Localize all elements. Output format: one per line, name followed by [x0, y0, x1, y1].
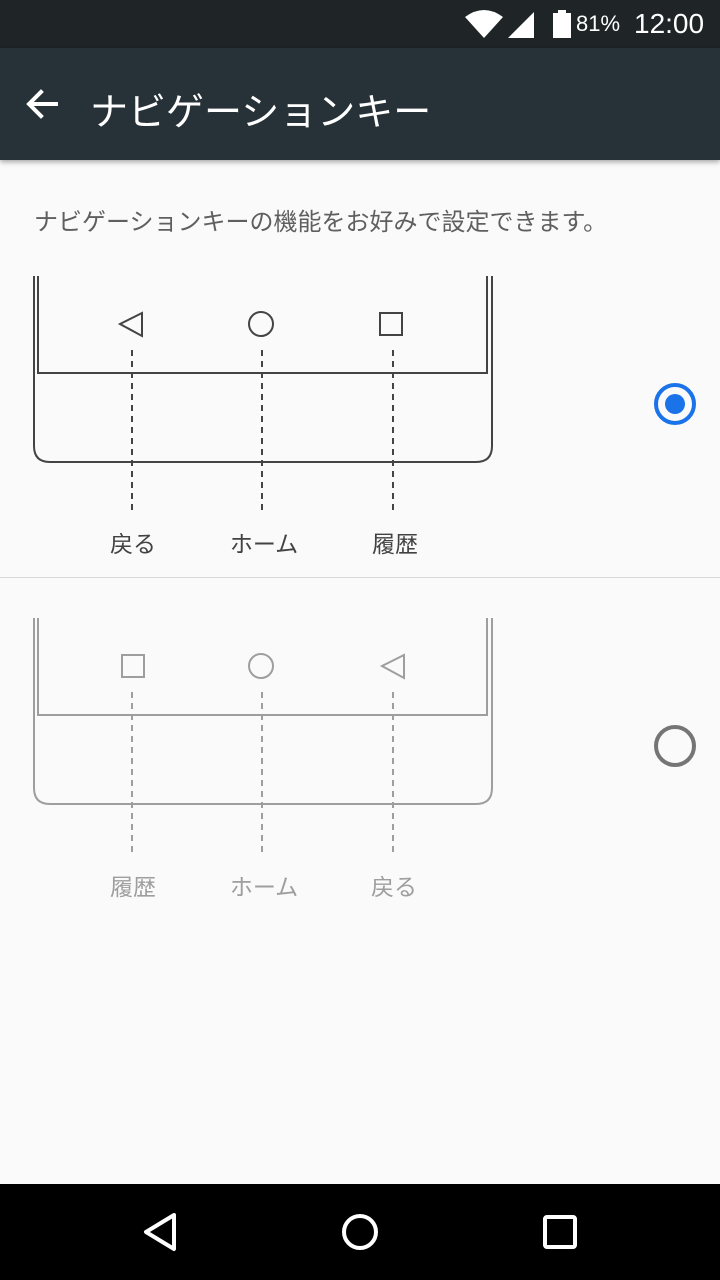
home-circle-icon [248, 653, 274, 679]
radio-button-selected[interactable] [654, 383, 696, 425]
key-label-home: ホーム [229, 875, 299, 901]
radio-dot [665, 394, 685, 414]
nav-home-button[interactable] [330, 1202, 390, 1262]
signal-icon [508, 12, 534, 38]
home-circle-icon [248, 311, 274, 337]
key-label-recents: 履歴 [372, 532, 418, 558]
key-label-back: 戻る [110, 532, 156, 558]
radio-button-unselected[interactable] [654, 725, 696, 767]
battery-icon [553, 10, 571, 38]
key-label-recents: 履歴 [110, 875, 156, 901]
arrow-back-icon [26, 89, 58, 119]
phone-diagram [33, 276, 493, 512]
status-bar: 81% 12:00 [0, 0, 720, 48]
back-triangle-icon [379, 653, 405, 680]
key-label-home: ホーム [229, 532, 299, 558]
page-title: ナビゲーションキー [90, 90, 432, 134]
divider [0, 577, 720, 578]
nav-recents-icon [543, 1215, 577, 1249]
back-button[interactable] [12, 74, 72, 134]
nav-home-icon [342, 1214, 378, 1250]
nav-recents-button[interactable] [530, 1202, 590, 1262]
description-text: ナビゲーションキーの機能をお好みで設定できます。 [34, 208, 608, 236]
wifi-icon [465, 10, 503, 38]
nav-back-button[interactable] [130, 1202, 190, 1262]
back-triangle-icon [117, 311, 143, 338]
system-nav-bar [0, 1184, 720, 1280]
recents-square-icon [121, 654, 145, 678]
battery-percentage: 81% [576, 11, 621, 36]
nav-layout-option-1[interactable]: 戻る ホーム 履歴 [0, 240, 720, 580]
app-bar: ナビゲーションキー [0, 48, 720, 160]
nav-back-icon [144, 1213, 176, 1251]
phone-diagram [33, 618, 493, 854]
clock: 12:00 [634, 8, 705, 39]
key-label-back: 戻る [371, 875, 417, 901]
nav-layout-option-2[interactable]: 履歴 ホーム 戻る [0, 582, 720, 922]
recents-square-icon [379, 312, 403, 336]
